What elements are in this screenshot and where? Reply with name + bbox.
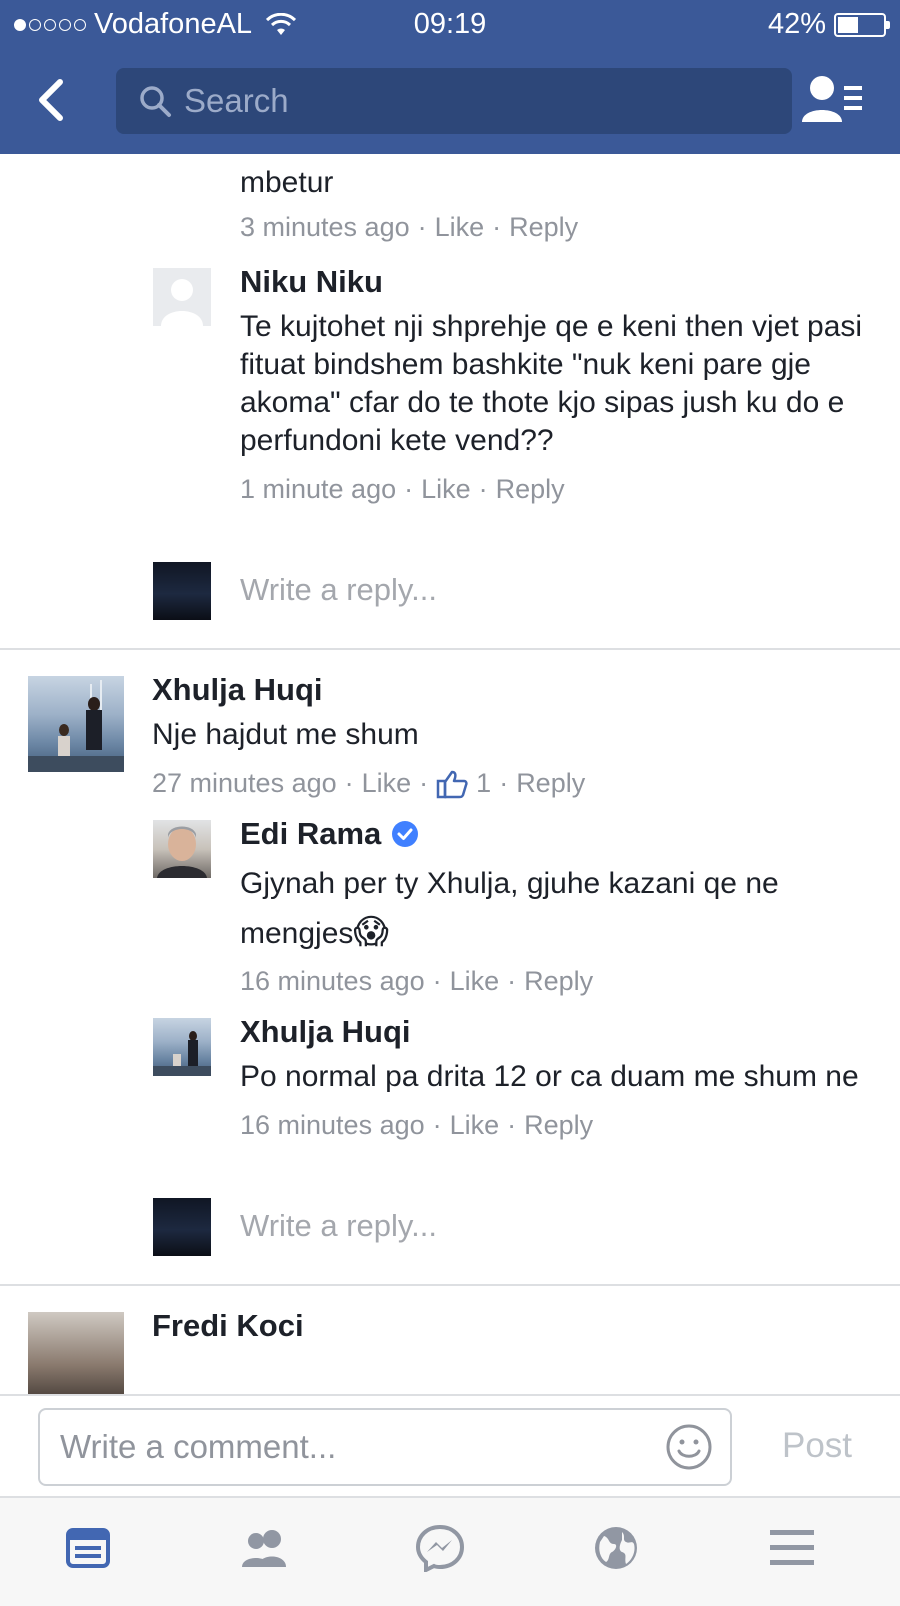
menu-icon [770, 1530, 814, 1565]
comment-text: Po normal pa drita 12 or ca duam me shum… [240, 1060, 859, 1093]
comment-meta: 1 minute ago · Like · Reply [240, 474, 565, 505]
reply-link[interactable]: Reply [516, 768, 585, 799]
avatar[interactable] [28, 1312, 124, 1394]
comment-text: Gjynah per ty Xhulja, gjuhe kazani qe ne… [240, 867, 779, 951]
comments-feed[interactable]: naj tako per tjetjen me gruan se aje ja … [0, 154, 900, 1394]
comment-meta: 16 minutes ago · Like · Reply [240, 1110, 594, 1141]
comment-niku: Niku Niku Te kujtohet nji shprehje qe e … [240, 264, 880, 505]
write-reply-input[interactable]: Write a reply... [240, 1208, 437, 1244]
tab-menu[interactable] [762, 1520, 822, 1576]
comment-xhulja: Xhulja Huqi Nje hajdut me shum 27 minute… [152, 672, 872, 799]
comment-author[interactable]: Xhulja Huqi [152, 672, 872, 708]
comment-text: mbetur [240, 166, 334, 199]
like-link[interactable]: Like [450, 1110, 500, 1141]
tab-friends[interactable] [234, 1520, 294, 1576]
friends-icon [242, 1530, 286, 1567]
messenger-icon [415, 1524, 465, 1572]
thumbs-up-icon [436, 770, 468, 798]
notifications-globe-icon [595, 1527, 637, 1569]
comment-author[interactable]: Xhulja Huqi [240, 1014, 880, 1050]
comment-input[interactable]: Write a comment... [38, 1408, 732, 1486]
avatar[interactable] [28, 676, 124, 772]
comment-composer: Write a comment... Post [0, 1394, 900, 1486]
reply-link[interactable]: Reply [524, 1110, 593, 1141]
tab-notifications[interactable] [586, 1520, 646, 1576]
write-reply-input[interactable]: Write a reply... [240, 572, 437, 608]
like-link[interactable]: Like [362, 768, 412, 799]
comment-text: Te kujtohet nji shprehje qe e keni then … [240, 310, 863, 457]
emoji-scream-icon: 😱 [353, 913, 389, 951]
comment-edi: Edi Rama Gjynah per ty Xhulja, gjuhe kaz… [240, 816, 880, 997]
comment-time: 16 minutes ago [240, 966, 425, 996]
like-link[interactable]: Like [435, 212, 485, 243]
comment-meta: 27 minutes ago · Like · 1 · Reply [152, 768, 586, 799]
comment-fredi: Fredi Koci [152, 1308, 872, 1344]
like-count[interactable]: 1 [476, 768, 491, 799]
photo-figures-icon [28, 680, 124, 772]
divider [0, 648, 900, 650]
battery-percent: 42% [767, 8, 826, 40]
tab-bar [0, 1496, 900, 1606]
news-feed-icon [66, 1528, 110, 1568]
reply-link[interactable]: Reply [524, 966, 593, 997]
search-icon [140, 86, 171, 117]
photo-figures-icon [153, 1031, 211, 1076]
comment-placeholder: Write a comment... [60, 1428, 337, 1465]
status-bar: VodafoneAL 09:19 42% [0, 0, 900, 50]
search-placeholder: Search [184, 82, 289, 119]
battery-icon [834, 12, 890, 37]
like-link[interactable]: Like [450, 966, 500, 997]
comment-text: Nje hajdut me shum [152, 718, 419, 751]
status-time: 09:19 [413, 8, 487, 40]
chevron-left-icon[interactable] [30, 76, 78, 124]
comment-time: 27 minutes ago [152, 768, 337, 798]
avatar[interactable] [153, 1018, 211, 1076]
tab-news-feed[interactable] [58, 1520, 118, 1576]
top-bar: VodafoneAL 09:19 42% Search [0, 0, 900, 154]
comment-meta: 16 minutes ago · Like · Reply [240, 966, 594, 997]
search-input[interactable]: Search [116, 68, 792, 134]
my-avatar [153, 562, 211, 620]
nav-row: Search [0, 62, 900, 142]
person-photo-icon [157, 826, 207, 878]
default-avatar-icon [161, 279, 203, 326]
tab-messenger[interactable] [410, 1520, 470, 1576]
reply-link[interactable]: Reply [496, 474, 565, 505]
avatar[interactable] [153, 820, 211, 878]
like-link[interactable]: Like [421, 474, 471, 505]
comment-time: 1 minute ago [240, 474, 397, 504]
battery-group: 42% [767, 8, 890, 41]
post-button[interactable]: Post [782, 1426, 852, 1466]
comment-author[interactable]: Fredi Koci [152, 1308, 872, 1344]
divider [0, 1284, 900, 1286]
comment-author[interactable]: Niku Niku [240, 264, 880, 300]
emoji-picker-icon[interactable] [664, 1422, 714, 1472]
comment-author[interactable]: Edi Rama [240, 816, 880, 852]
comment-time: 16 minutes ago [240, 1110, 425, 1140]
comment-xhulja-reply: Xhulja Huqi Po normal pa drita 12 or ca … [240, 1014, 880, 1141]
comment-time: 3 minutes ago [240, 212, 410, 242]
verified-badge-icon [392, 821, 419, 847]
avatar[interactable] [153, 268, 211, 326]
my-avatar [153, 1198, 211, 1256]
friends-list-icon[interactable] [800, 72, 864, 128]
reply-link[interactable]: Reply [509, 212, 578, 243]
comment-clipped: mbetur 3 minutes ago · Like · Reply [240, 164, 578, 243]
comment-meta: 3 minutes ago · Like · Reply [240, 212, 579, 243]
